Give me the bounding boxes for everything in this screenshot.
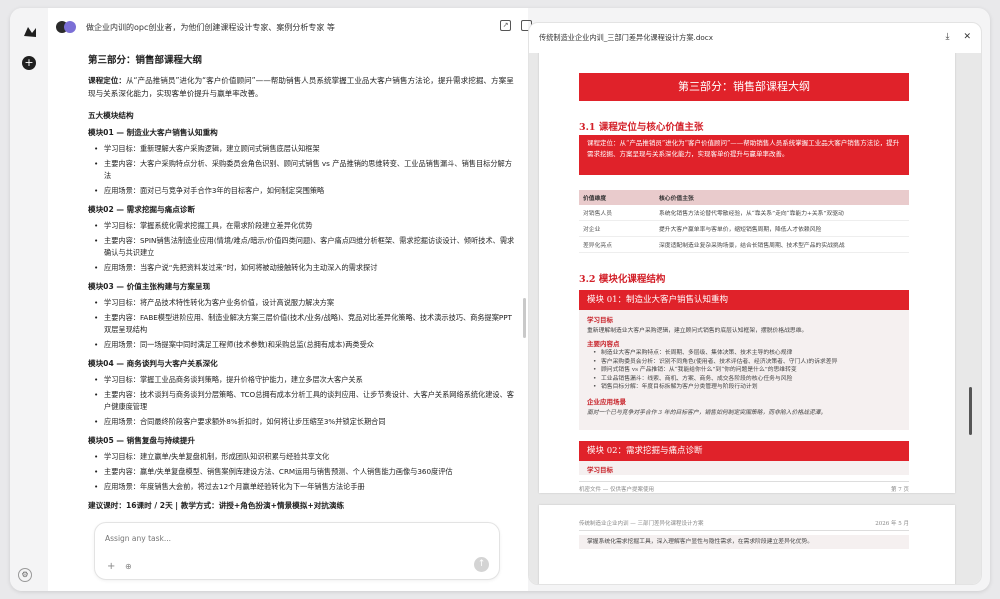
module-block: 模块05 — 销售复盘与持续提升学习目标：建立赢单/失单复盘机制，形成团队知识积…: [88, 435, 518, 493]
list-item: 销售目标分解：年度目标拆解为客户分类管理与阶段行动计划: [579, 383, 909, 392]
list-item: 学习目标：重新理解大客户采购逻辑，建立顾问式销售底层认知框架: [94, 143, 518, 155]
close-icon[interactable]: ✕: [963, 32, 971, 42]
task-composer: + ⊕ ↑: [94, 522, 500, 580]
list-item: 应用场景：合同最终阶段客户要求额外8%折扣时，如何将让步压缩至3%并锁定长期合同: [94, 416, 518, 428]
list-item: 主要内容：SPIN销售法制造业应用(情境/难点/暗示/价值四类问题)、客户痛点四…: [94, 235, 518, 259]
content-label: 主要内容点: [587, 340, 620, 348]
positioning-paragraph: 课程定位：从“产品推销员”进化为“客户价值顾问”——帮助销售人员系统掌握工业品大…: [88, 76, 514, 98]
agent-avatar: [56, 18, 78, 36]
module-title: 模块02 — 需求挖掘与痛点诊断: [88, 205, 195, 214]
list-item: 主要内容：大客户采购特点分析、采购委员会角色识别、顾问式销售 vs 产品推销的思…: [94, 158, 518, 182]
learn-text: 掌握系统化需求挖掘工具，深入理解客户显性与隐性需求，在需求阶段建立差异化优势。: [579, 535, 909, 549]
module-title: 模块05 — 销售复盘与持续提升: [88, 436, 195, 445]
learn-label: 学习目标: [579, 461, 909, 475]
table-row: 对企业 提升大客户赢单率与客单价，缩短销售周期，降低人才依赖风险: [579, 220, 909, 237]
structure-title: 五大模块结构: [88, 111, 134, 120]
list-item: 主要内容：技术谈判与商务谈判分层策略、TCO总拥有成本分析工具的谈判应用、让步节…: [94, 389, 518, 413]
learn-label: 学习目标: [587, 316, 613, 324]
list-item: 学习目标：掌握系统化需求挖掘工具，在需求阶段建立差异化优势: [94, 220, 518, 232]
chat-title: 做企业内训的opc创业者，为他们创建课程设计专家、案例分析专家 等: [86, 22, 335, 32]
learn-text: 重新理解制造业大客户采购逻辑，建立顾问式销售的底层认知框架，摆脱价格战思维。: [587, 328, 808, 334]
chat-scrollbar[interactable]: [523, 298, 526, 338]
module-title: 模块04 — 商务谈判与大客户关系深化: [88, 359, 218, 368]
scene-label: 企业应用场景: [587, 397, 626, 406]
document-viewer: 传统制造业企业内训_三部门差异化课程设计方案.docx ⤓ ✕ 第三部分：销售部…: [528, 22, 982, 585]
module-01-body: 学习目标 重新理解制造业大客户采购逻辑，建立顾问式销售的底层认知框架，摆脱价格战…: [579, 310, 909, 430]
positioning-box: 课程定位：从“产品推销员”进化为“客户价值顾问”——帮助销售人员系统掌握工业品大…: [579, 135, 909, 175]
module-list: 模块01 — 制造业大客户销售认知重构学习目标：重新理解大客户采购逻辑，建立顾问…: [88, 127, 518, 493]
document-page: 传统制造业企业内训 — 三部门差异化课程设计方案 2026 年 5 月 掌握系统…: [539, 505, 955, 584]
scene-text: 面对一个已与竞争对手合作 3 年的目标客户，销售如何制定突围策略，而非陷入价格战…: [587, 409, 827, 416]
course-hours: 建议课时：16课时 / 2天 | 教学方式：讲授+角色扮演+情景模拟+对抗演练: [88, 501, 345, 510]
section-banner: 第三部分：销售部课程大纲: [579, 73, 909, 101]
download-icon[interactable]: ⤓: [945, 32, 949, 42]
value-table: 价值维度 核心价值主张 对销售人员 系统化销售方法论替代零散经验，从“靠关系”走向“…: [579, 190, 909, 253]
attach-icon[interactable]: ⊕: [125, 562, 132, 571]
list-item: 学习目标：将产品技术特性转化为客户业务价值，设计高说服力解决方案: [94, 297, 518, 309]
list-item: 主要内容：赢单/失单复盘模型、销售案例库建设方法、CRM运用与销售预测、个人销售…: [94, 466, 518, 478]
module-block: 模块01 — 制造业大客户销售认知重构学习目标：重新理解大客户采购逻辑，建立顾问…: [88, 127, 518, 197]
list-item: 应用场景：当客户说“先把资料发过来”时，如何将被动接触转化为主动深入的需求探讨: [94, 262, 518, 274]
list-item: 顾问式销售 vs 产品推销：从“我能给你什么”到“你的问题是什么”的思维转变: [579, 366, 909, 375]
section-title: 第三部分：销售部课程大纲: [88, 55, 203, 66]
list-item: 应用场景：同一场提案中同时满足工程师(技术参数)和采购总监(总拥有成本)两类受众: [94, 339, 518, 351]
page-header: 传统制造业企业内训 — 三部门差异化课程设计方案 2026 年 5 月: [579, 519, 909, 531]
module-block: 模块04 — 商务谈判与大客户关系深化学习目标：掌握工业品商务谈判策略，提升价格…: [88, 358, 518, 428]
heading-3-2: 3.2 模块化课程结构: [579, 274, 666, 285]
share-icon[interactable]: ↗: [500, 20, 511, 31]
list-item: 工业品销售漏斗：线索、商机、方案、商务、成交各阶段的核心任务与风险: [579, 375, 909, 384]
chat-panel: 做企业内训的opc创业者，为他们创建课程设计专家、案例分析专家 等 ↗ 第三部分…: [48, 8, 532, 591]
app-window: + ⚙ 做企业内训的opc创业者，为他们创建课程设计专家、案例分析专家 等 ↗ …: [10, 8, 990, 591]
list-item: 主要内容：FABE模型进阶应用、制造业解决方案三层价值(技术/业务/战略)、竞品…: [94, 312, 518, 336]
table-row: 对销售人员 系统化销售方法论替代零散经验，从“靠关系”走向“靠能力+关系”双驱动: [579, 205, 909, 221]
viewer-header: 传统制造业企业内训_三部门差异化课程设计方案.docx ⤓ ✕: [529, 23, 981, 53]
module-block: 模块02 — 需求挖掘与痛点诊断学习目标：掌握系统化需求挖掘工具，在需求阶段建立…: [88, 204, 518, 274]
module-block: 模块03 — 价值主张构建与方案呈现学习目标：将产品技术特性转化为客户业务价值，…: [88, 281, 518, 351]
document-area: 第三部分：销售部课程大纲 3.1 课程定位与核心价值主张 课程定位：从“产品推销…: [529, 53, 981, 584]
viewer-scrollbar[interactable]: [969, 387, 972, 435]
document-filename: 传统制造业企业内训_三部门差异化课程设计方案.docx: [539, 33, 713, 42]
task-input[interactable]: [105, 531, 405, 545]
send-button[interactable]: ↑: [474, 557, 489, 572]
list-item: 客户采购委员会分析：识别不同角色(使用者、技术评估者、经济决策者、守门人)的诉求…: [579, 358, 909, 367]
app-logo-icon[interactable]: [22, 24, 38, 40]
add-icon[interactable]: +: [107, 561, 115, 572]
settings-icon[interactable]: ⚙: [18, 568, 32, 582]
chat-header: 做企业内训的opc创业者，为他们创建课程设计专家、案例分析专家 等 ↗: [48, 8, 532, 46]
new-task-icon[interactable]: +: [22, 56, 36, 70]
left-rail: + ⚙: [10, 8, 48, 591]
list-item: 应用场景：面对已与竞争对手合作3年的目标客户，如何制定突围策略: [94, 185, 518, 197]
module-title: 模块01 — 制造业大客户销售认知重构: [88, 128, 218, 137]
module-title: 模块03 — 价值主张构建与方案呈现: [88, 282, 211, 291]
heading-3-1: 3.1 课程定位与核心价值主张: [579, 122, 704, 133]
module-02-banner: 模块 02：需求挖掘与痛点诊断: [579, 441, 909, 461]
list-item: 学习目标：掌握工业品商务谈判策略，提升价格守护能力，建立多层次大客户关系: [94, 374, 518, 386]
page-footer: 机密文件 — 仅供客户提案使用 第 7 页: [579, 481, 909, 493]
message-content: 第三部分：销售部课程大纲 课程定位：从“产品推销员”进化为“客户价值顾问”——帮…: [88, 52, 518, 512]
table-row: 差异化亮点 深度适配制造业复杂采购场景，结合长销售周期、技术型产品的实战挑战: [579, 236, 909, 253]
list-item: 学习目标：建立赢单/失单复盘机制，形成团队知识积累与经验共享文化: [94, 451, 518, 463]
module-01-banner: 模块 01：制造业大客户销售认知重构: [579, 290, 909, 310]
document-page: 第三部分：销售部课程大纲 3.1 课程定位与核心价值主张 课程定位：从“产品推销…: [539, 53, 955, 493]
list-item: 应用场景：年度销售大会前，将过去12个月赢单经验转化为下一年销售方法论手册: [94, 481, 518, 493]
list-item: 制造业大客户采购特点：长周期、多层级、集体决策、技术主导的核心规律: [579, 349, 909, 358]
